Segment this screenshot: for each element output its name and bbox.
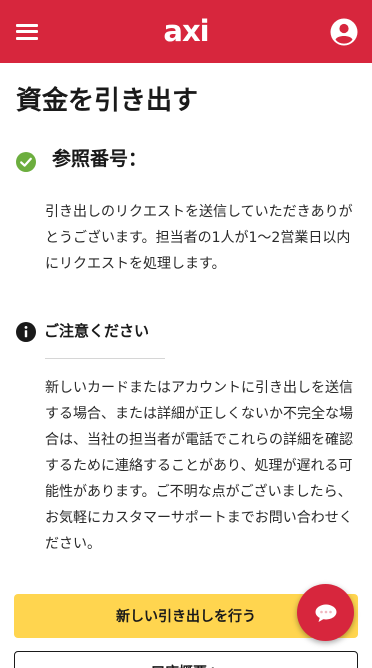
chat-bubble-icon <box>315 604 336 622</box>
axi-logo[interactable]: axi <box>163 14 209 48</box>
chat-button[interactable] <box>297 584 354 641</box>
reference-number-row: 参照番号： <box>16 136 296 182</box>
notice-divider <box>45 358 165 359</box>
app-header: axi <box>0 0 372 63</box>
info-icon <box>16 322 36 342</box>
confirmation-message: 引き出しのリクエストを送信していただきありがとうございます。担当者の1人が1〜2… <box>45 204 353 272</box>
notice-message: 新しいカードまたはアカウントに引き出しを送信する場合、または詳細が正しくないか不… <box>45 380 353 552</box>
notice-heading: ご注意ください <box>16 318 216 346</box>
reference-number-value <box>170 136 288 182</box>
user-account-icon[interactable] <box>330 18 358 46</box>
notice-title: ご注意ください <box>44 322 150 340</box>
page-title: 資金を引き出す <box>16 86 199 116</box>
account-overview-button[interactable]: 口座概要へ <box>14 651 358 668</box>
check-circle-icon <box>16 152 36 172</box>
hamburger-menu-icon[interactable] <box>16 23 38 40</box>
reference-number-label: 参照番号： <box>52 148 148 170</box>
